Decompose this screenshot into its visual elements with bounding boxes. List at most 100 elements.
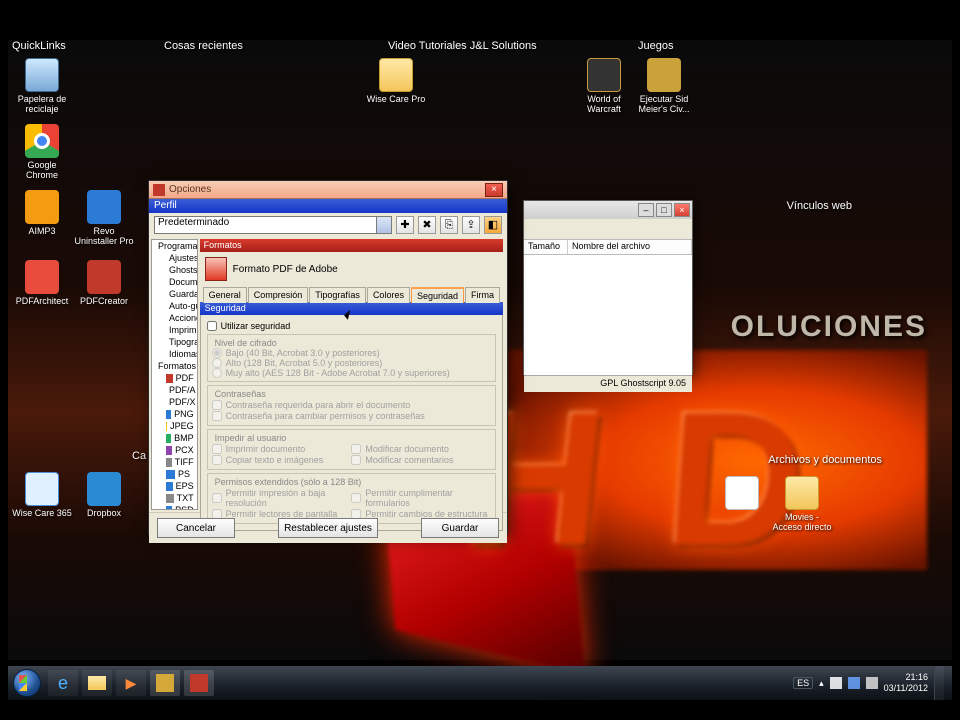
checkbox[interactable] (351, 493, 361, 503)
tree-programa[interactable]: Programa (152, 240, 197, 252)
settings-tree[interactable]: Programa Ajustes generales Ghostscript D… (151, 239, 198, 510)
tab-fonts[interactable]: Tipografías (309, 287, 366, 303)
save-button[interactable]: Guardar (421, 518, 499, 538)
checkbox[interactable] (212, 411, 222, 421)
ex-lowprint-check[interactable]: Permitir impresión a baja resolución (212, 488, 352, 508)
tab-general[interactable]: General (203, 287, 247, 303)
checkbox[interactable] (207, 321, 217, 331)
language-indicator[interactable]: ES (793, 677, 813, 689)
tree-bmp[interactable]: BMP (152, 432, 197, 444)
cancel-button[interactable]: Cancelar (157, 518, 235, 538)
checkbox[interactable] (212, 400, 222, 410)
checkbox[interactable] (212, 493, 222, 503)
default-profile-button[interactable]: ◧ (484, 216, 502, 234)
remove-profile-button[interactable]: ✖ (418, 216, 436, 234)
checkbox[interactable] (212, 455, 222, 465)
close-button[interactable]: × (485, 183, 503, 197)
icon-revo[interactable]: Revo Uninstaller Pro (74, 190, 134, 246)
export-profile-button[interactable]: ⇪ (462, 216, 480, 234)
radio[interactable] (212, 358, 222, 368)
icon-chrome[interactable]: Google Chrome (12, 124, 72, 180)
maximize-button[interactable]: □ (656, 203, 672, 217)
start-button[interactable] (8, 666, 46, 700)
system-tray[interactable]: ES ▴ 21:16 03/11/2012 (785, 666, 952, 700)
icon-wisecarepro[interactable]: Wise Care Pro (366, 58, 426, 104)
checkbox[interactable] (212, 444, 222, 454)
taskbar-explorer[interactable] (82, 670, 112, 696)
taskbar-app-1[interactable] (150, 670, 180, 696)
tab-compression[interactable]: Compresión (248, 287, 309, 303)
tree-ajustes[interactable]: Ajustes generales (152, 252, 197, 264)
icon-dropbox[interactable]: Dropbox (74, 472, 134, 518)
show-hidden-icon[interactable]: ▴ (819, 678, 824, 689)
tree-eps[interactable]: EPS (152, 480, 197, 492)
tree-psd[interactable]: PSD (152, 504, 197, 510)
volume-icon[interactable] (866, 677, 878, 689)
tree-guardar[interactable]: Guardar (152, 288, 197, 300)
add-profile-button[interactable]: ✚ (396, 216, 414, 234)
checkbox[interactable] (351, 455, 361, 465)
use-security-check[interactable]: Utilizar seguridad (207, 321, 496, 331)
da-modd-check[interactable]: Modificar documento (351, 444, 491, 454)
da-modc-check[interactable]: Modificar comentarios (351, 455, 491, 465)
da-copy-check[interactable]: Copiar texto e imágenes (212, 455, 352, 465)
pw-open-check[interactable]: Contraseña requerida para abrir el docum… (212, 400, 491, 410)
icon-aimp[interactable]: AIMP3 (12, 190, 72, 236)
icon-pdfcreator[interactable]: PDFCreator (74, 260, 134, 306)
icon-wow[interactable]: World of Warcraft (574, 58, 634, 114)
clock[interactable]: 21:16 03/11/2012 (884, 672, 928, 694)
tree-documento[interactable]: Documento (152, 276, 197, 288)
icon-doc[interactable] (712, 476, 772, 512)
tree-formatos[interactable]: Formatos (152, 360, 197, 372)
enc-high-radio[interactable]: Alto (128 Bit, Acrobat 5.0 y posteriores… (212, 358, 491, 368)
desktop[interactable]: OLUCIONES H D QuickLinks Cosas recientes… (8, 40, 952, 660)
reset-button[interactable]: Restablecer ajustes (278, 518, 378, 538)
radio[interactable] (212, 368, 222, 378)
tree-tiff[interactable]: TIFF (152, 456, 197, 468)
minimize-button[interactable]: – (638, 203, 654, 217)
flag-icon[interactable] (830, 677, 842, 689)
tab-colors[interactable]: Colores (367, 287, 410, 303)
checkbox[interactable] (351, 444, 361, 454)
tree-pdfx[interactable]: PDF/X (152, 396, 197, 408)
taskbar-ie[interactable]: e (48, 670, 78, 696)
tree-ps[interactable]: PS (152, 468, 197, 480)
tree-imprimir[interactable]: Imprimir (152, 324, 197, 336)
taskbar-media[interactable]: ▶ (116, 670, 146, 696)
enc-aes-radio[interactable]: Muy alto (AES 128 Bit - Adobe Acrobat 7.… (212, 368, 491, 378)
tree-pdfa[interactable]: PDF/A (152, 384, 197, 396)
tree-png[interactable]: PNG (152, 408, 197, 420)
icon-pdfarchitect[interactable]: PDFArchitect (12, 260, 72, 306)
dialog-titlebar[interactable]: Opciones × (149, 181, 507, 199)
tree-ghost[interactable]: Ghostscript (152, 264, 197, 276)
icon-wise365[interactable]: Wise Care 365 (12, 472, 72, 518)
show-desktop-button[interactable] (934, 666, 944, 700)
copy-profile-button[interactable]: ⎘ (440, 216, 458, 234)
enc-low-radio[interactable]: Bajo (40 Bit, Acrobat 3.0 y posteriores) (212, 348, 491, 358)
pdfcreator-queue-window[interactable]: – □ × Tamaño Nombre del archivo GPL Ghos… (523, 200, 693, 375)
tree-jpeg[interactable]: JPEG (152, 420, 197, 432)
tab-signature[interactable]: Firma (465, 287, 500, 303)
tab-security[interactable]: Seguridad (411, 287, 464, 303)
tree-txt[interactable]: TXT (152, 492, 197, 504)
tree-tipografias[interactable]: Tipografías (152, 336, 197, 348)
tree-idiomas[interactable]: Idiomas (152, 348, 197, 360)
tree-acciones[interactable]: Acciones (152, 312, 197, 324)
icon-movies[interactable]: Movies - Acceso directo (772, 476, 832, 532)
icon-recycle-bin[interactable]: Papelera de reciclaje (12, 58, 72, 114)
col-size[interactable]: Tamaño (524, 240, 568, 254)
icon-civ[interactable]: Ejecutar Sid Meier's Civ... (634, 58, 694, 114)
options-dialog[interactable]: Opciones × Perfil Predeterminado ✚ ✖ ⎘ ⇪… (148, 180, 508, 535)
close-button[interactable]: × (674, 203, 690, 217)
taskbar-app-2[interactable] (184, 670, 214, 696)
network-icon[interactable] (848, 677, 860, 689)
profile-select[interactable]: Predeterminado (154, 216, 392, 234)
tree-auto[interactable]: Auto-guardado (152, 300, 197, 312)
radio[interactable] (212, 348, 222, 358)
tree-pdf[interactable]: PDF (152, 372, 197, 384)
taskbar[interactable]: e ▶ ES ▴ 21:16 03/11/2012 (8, 666, 952, 700)
da-print-check[interactable]: Imprimir documento (212, 444, 352, 454)
bgwin-titlebar[interactable]: – □ × (524, 201, 692, 219)
pw-perm-check[interactable]: Contraseña para cambiar permisos y contr… (212, 411, 491, 421)
tree-pcx[interactable]: PCX (152, 444, 197, 456)
